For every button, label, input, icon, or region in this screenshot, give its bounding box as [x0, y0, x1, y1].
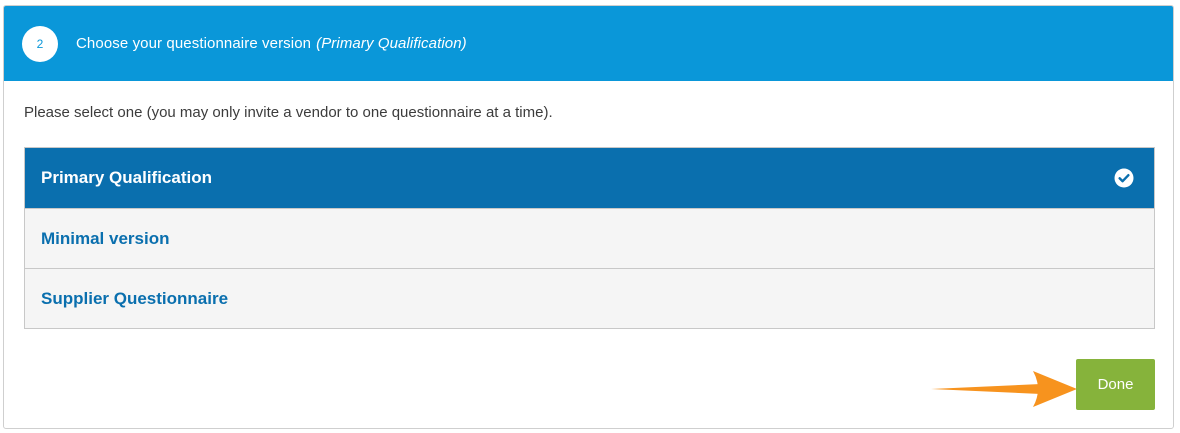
panel-title: Choose your questionnaire version (Primar…: [76, 35, 467, 52]
options-list: Primary Qualification Minimal version Su…: [24, 147, 1155, 329]
option-minimal-version[interactable]: Minimal version: [25, 208, 1154, 268]
check-circle-icon: [1114, 168, 1134, 188]
option-label: Minimal version: [41, 228, 170, 248]
instructions-text: Please select one (you may only invite a…: [24, 104, 553, 121]
option-label: Primary Qualification: [41, 168, 212, 187]
done-button[interactable]: Done: [1076, 359, 1155, 410]
panel-header: 2 Choose your questionnaire version (Prim…: [4, 6, 1173, 81]
panel-subtitle: (Primary Qualification): [316, 35, 467, 52]
option-label: Supplier Questionnaire: [41, 288, 229, 308]
step-number-badge: 2: [22, 25, 58, 62]
option-primary-qualification[interactable]: Primary Qualification: [25, 148, 1154, 208]
option-supplier-questionnaire[interactable]: Supplier Questionnaire: [25, 268, 1154, 328]
panel-title-text: Choose your questionnaire version: [76, 35, 312, 52]
arrow-right-icon: [931, 371, 1077, 407]
questionnaire-panel: 2 Choose your questionnaire version (Prim…: [3, 5, 1174, 429]
